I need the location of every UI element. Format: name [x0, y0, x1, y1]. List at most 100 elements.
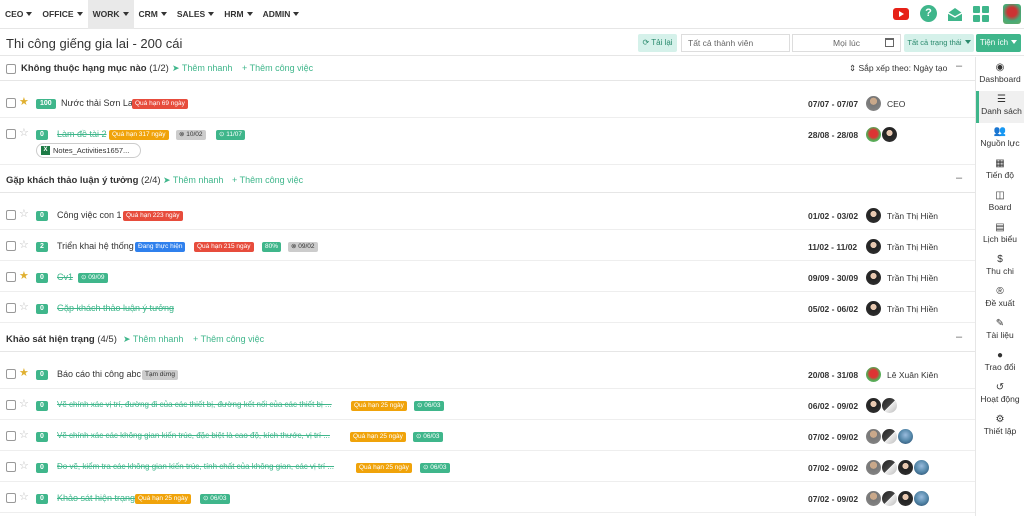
table-row[interactable]: ☆ 0 Làm đề tài 2 Quá hạn 317 ngày ⊗ 10/0…: [0, 119, 975, 165]
sidebar-item-finance[interactable]: $ Thu chi: [976, 251, 1024, 283]
task-name[interactable]: Vẽ chính xác vị trí, đường đi của các th…: [57, 400, 332, 409]
progress-badge: 0: [36, 494, 48, 504]
table-row[interactable]: ☆ 0 Vẽ chính xác các không gian kiến trú…: [0, 421, 975, 451]
section-title[interactable]: Không thuộc hạng mục nào (1/2): [21, 63, 169, 74]
sidebar-item-discussion[interactable]: ● Trao đổi: [976, 347, 1024, 379]
sidebar-item-board[interactable]: ◫ Board: [976, 187, 1024, 219]
apps-grid-icon[interactable]: [973, 6, 989, 22]
menu-label: SALES: [176, 9, 206, 19]
task-name[interactable]: Báo cáo thi công abc: [57, 369, 141, 379]
task-checkbox[interactable]: [6, 210, 16, 220]
section-checkbox[interactable]: [6, 64, 16, 74]
menu-ceo[interactable]: CEO: [0, 0, 37, 29]
help-icon[interactable]: ?: [920, 5, 937, 22]
collapse-icon[interactable]: –: [956, 60, 962, 72]
status-filter-button[interactable]: Tất cả trạng thái: [904, 34, 974, 52]
collapse-icon[interactable]: –: [956, 331, 962, 343]
add-task-link[interactable]: + Thêm công việc: [193, 334, 264, 344]
avatar: [866, 208, 881, 223]
task-name[interactable]: Triển khai hệ thống: [57, 241, 134, 251]
add-task-link[interactable]: + Thêm công việc: [232, 175, 303, 185]
reload-button[interactable]: ⟳ Tải lại: [638, 34, 677, 52]
star-icon[interactable]: ☆: [19, 302, 29, 313]
attachment-chip[interactable]: X Notes_Activities1657...: [36, 143, 141, 158]
view-sidebar: ◉ Dashboard ☰ Danh sách 👥 Nguồn lực ▦ Tiến đ…: [975, 57, 1024, 516]
sidebar-item-proposals[interactable]: ® Đề xuất: [976, 283, 1024, 315]
task-checkbox[interactable]: [6, 462, 16, 472]
menu-office[interactable]: OFFICE: [37, 0, 87, 29]
sidebar-item-label: Hoạt động: [980, 394, 1020, 404]
task-name[interactable]: Đo vẽ, kiểm tra các không gian kiến trúc…: [57, 462, 334, 471]
star-icon[interactable]: ☆: [19, 399, 29, 410]
star-icon[interactable]: ☆: [19, 240, 29, 251]
task-checkbox[interactable]: [6, 493, 16, 503]
sort-dropdown[interactable]: ⇕ Sắp xếp theo: Ngày tạo: [849, 63, 947, 74]
table-row[interactable]: ☆ 0 Gặp khách thảo luận ý tưởng 05/02 - …: [0, 293, 975, 323]
task-checkbox[interactable]: [6, 431, 16, 441]
star-icon[interactable]: ☆: [19, 461, 29, 472]
task-dates: 05/02 - 06/02: [808, 304, 859, 314]
task-name[interactable]: Nước thải Sơn La: [61, 98, 133, 108]
task-checkbox[interactable]: [6, 129, 16, 139]
task-name[interactable]: Khảo sát hiện trạng: [57, 493, 135, 503]
task-name[interactable]: Công việc con 1: [57, 210, 122, 220]
sidebar-item-settings[interactable]: ⚙ Thiết lập: [976, 411, 1024, 443]
table-row[interactable]: ☆ 0 Khảo sát hiện trạng Quá hạn 25 ngày …: [0, 483, 975, 513]
task-checkbox[interactable]: [6, 303, 16, 313]
task-checkbox[interactable]: [6, 241, 16, 251]
section-count: (2/4): [141, 175, 161, 186]
star-icon[interactable]: ☆: [19, 128, 29, 139]
task-checkbox[interactable]: [6, 98, 16, 108]
collapse-icon[interactable]: –: [956, 172, 962, 184]
table-row[interactable]: ★ 0 Cv1 ⊙ 09/09 09/09 - 30/09 Trần Thị H…: [0, 262, 975, 292]
sidebar-item-dashboard[interactable]: ◉ Dashboard: [976, 59, 1024, 91]
star-icon[interactable]: ★: [19, 97, 29, 108]
youtube-icon[interactable]: [893, 8, 909, 20]
task-checkbox[interactable]: [6, 400, 16, 410]
task-checkbox[interactable]: [6, 272, 16, 282]
sidebar-item-progress[interactable]: ▦ Tiến độ: [976, 155, 1024, 187]
sidebar-item-documents[interactable]: ✎ Tài liệu: [976, 315, 1024, 347]
add-task-link[interactable]: + Thêm công việc: [242, 63, 313, 73]
task-name[interactable]: Vẽ chính xác các không gian kiến trúc, đ…: [57, 431, 330, 440]
section-title[interactable]: Gặp khách thảo luận ý tưởng (2/4): [6, 175, 161, 186]
quick-add-label: Thêm nhanh: [181, 63, 233, 73]
user-avatar[interactable]: [1003, 4, 1021, 24]
star-icon[interactable]: ★: [19, 368, 29, 379]
star-icon[interactable]: ☆: [19, 492, 29, 503]
table-row[interactable]: ☆ 2 Triển khai hệ thống Đang thực hiện Q…: [0, 231, 975, 261]
sidebar-item-activity[interactable]: ↺ Hoạt động: [976, 379, 1024, 411]
sidebar-item-calendar[interactable]: ▤ Lịch biểu: [976, 219, 1024, 251]
task-name[interactable]: Cv1: [57, 272, 73, 282]
quick-add-link[interactable]: ➤ Thêm nhanh: [123, 334, 183, 345]
star-icon[interactable]: ★: [19, 271, 29, 282]
sidebar-item-list[interactable]: ☰ Danh sách: [976, 91, 1024, 123]
menu-hrm[interactable]: HRM: [219, 0, 257, 29]
task-name[interactable]: Gặp khách thảo luận ý tưởng: [57, 303, 174, 313]
section-title[interactable]: Khảo sát hiện trạng (4/5): [6, 334, 117, 345]
star-icon[interactable]: ☆: [19, 430, 29, 441]
menu-sales[interactable]: SALES: [172, 0, 219, 29]
star-icon[interactable]: ☆: [19, 209, 29, 220]
table-row[interactable]: ★ 100 Nước thải Sơn La Quá hạn 69 ngày 0…: [0, 88, 975, 118]
utilities-button[interactable]: Tiện ích: [976, 34, 1021, 52]
calendar-icon[interactable]: [885, 38, 894, 47]
add-task-label: Thêm công việc: [239, 175, 304, 185]
menu-crm[interactable]: CRM: [134, 0, 172, 29]
task-checkbox[interactable]: [6, 369, 16, 379]
menu-work[interactable]: WORK: [87, 0, 134, 29]
member-filter-input[interactable]: Tất cả thành viên: [681, 34, 790, 52]
task-name[interactable]: Làm đề tài 2: [57, 129, 107, 139]
table-row[interactable]: ☆ 0 Công việc con 1 Quá hạn 223 ngày 01/…: [0, 200, 975, 230]
table-row[interactable]: ☆ 0 Đo vẽ, kiểm tra các không gian kiến …: [0, 452, 975, 482]
list-icon: ☰: [997, 94, 1006, 105]
envelope-open-icon[interactable]: [947, 6, 963, 22]
assignee-name: Lê Xuân Kiên: [887, 370, 939, 380]
quick-add-link[interactable]: ➤ Thêm nhanh: [172, 63, 232, 74]
quick-add-link[interactable]: ➤ Thêm nhanh: [163, 175, 223, 186]
sidebar-item-resources[interactable]: 👥 Nguồn lực: [976, 123, 1024, 155]
menu-admin[interactable]: ADMIN: [258, 0, 305, 29]
table-row[interactable]: ★ 0 Báo cáo thi công abc Tạm dừng 20/08 …: [0, 359, 975, 389]
table-row[interactable]: ☆ 0 Vẽ chính xác vị trí, đường đi của cá…: [0, 390, 975, 420]
section-name: Gặp khách thảo luận ý tưởng: [6, 175, 139, 186]
